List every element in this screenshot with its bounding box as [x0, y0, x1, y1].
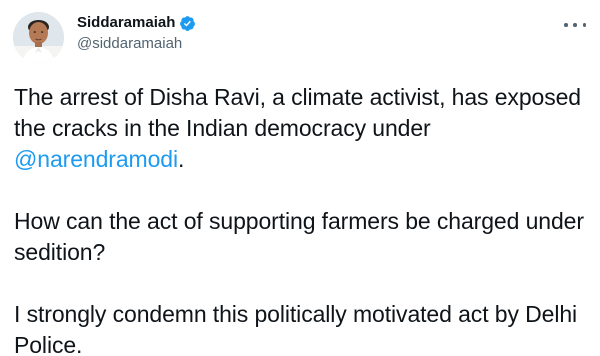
handle[interactable]: @siddaramaiah [77, 34, 196, 54]
tweet-text-segment: . [177, 146, 185, 172]
author-block: Siddaramaiah @siddaramaiah [77, 13, 196, 54]
tweet-paragraph-1: The arrest of Disha Ravi, a climate acti… [14, 82, 589, 175]
more-dot [573, 23, 577, 27]
avatar[interactable] [13, 12, 64, 63]
tweet-paragraph-3: I strongly condemn this politically moti… [14, 301, 578, 356]
more-dot [582, 23, 586, 27]
tweet-paragraph-2: How can the act of supporting farmers be… [14, 208, 584, 265]
tweet-card: Siddaramaiah @siddaramaiah The arrest of… [0, 0, 600, 356]
tweet-text-segment: The arrest of Disha Ravi, a climate acti… [14, 84, 581, 141]
display-name[interactable]: Siddaramaiah [77, 13, 175, 33]
verified-badge-icon [179, 15, 196, 32]
more-dot [564, 23, 568, 27]
more-options-icon[interactable] [564, 18, 586, 32]
tweet-text: The arrest of Disha Ravi, a climate acti… [14, 82, 589, 356]
name-row: Siddaramaiah [77, 13, 196, 33]
avatar-image [13, 12, 64, 63]
mention-link[interactable]: @narendramodi [14, 146, 178, 172]
